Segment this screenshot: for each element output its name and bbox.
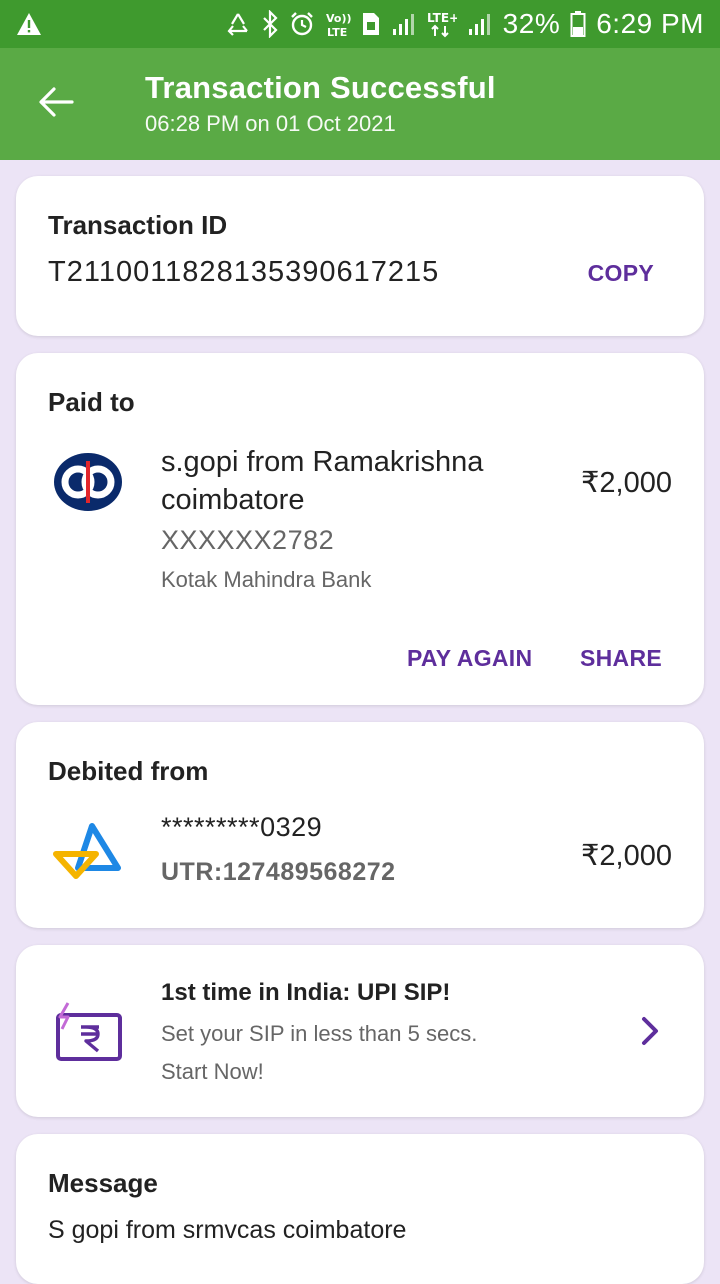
debited-amount: ₹2,000 — [580, 840, 672, 872]
battery-percentage: 32% — [502, 8, 561, 39]
paid-to-card: Paid to s.gopi from Ramakrishna coimbato… — [16, 353, 704, 705]
message-heading: Message — [48, 1168, 158, 1198]
bluetooth-icon — [261, 10, 279, 38]
payee-bank-name: Kotak Mahindra Bank — [161, 567, 372, 592]
promo-description: Set your SIP in less than 5 secs. — [161, 1021, 478, 1046]
status-bar: Vo)) LTE LTE+ 32% 6:29 PM — [0, 0, 720, 48]
debit-account-number: *********0329 — [161, 812, 323, 842]
sbi-bank-logo — [52, 822, 122, 882]
debited-from-card: Debited from *********0329 UTR:127489568… — [16, 722, 704, 928]
transaction-id-value: T2110011828135390617215 — [48, 256, 440, 288]
rupee-sip-icon — [54, 1001, 126, 1063]
page-subtitle: 06:28 PM on 01 Oct 2021 — [145, 111, 396, 136]
message-text: S gopi from srmvcas coimbatore — [48, 1216, 407, 1244]
lte-plus-icon: LTE+ — [427, 10, 457, 38]
utr-number: UTR:127489568272 — [161, 858, 396, 886]
chevron-right-icon[interactable] — [638, 1015, 662, 1047]
payee-account-number: XXXXXX2782 — [161, 525, 335, 555]
promo-call-to-action: Start Now! — [161, 1059, 264, 1084]
app-bar: Transaction Successful 06:28 PM on 01 Oc… — [0, 48, 720, 160]
warning-icon — [16, 12, 42, 36]
paid-amount: ₹2,000 — [580, 467, 672, 499]
page-title: Transaction Successful — [145, 70, 496, 105]
paid-to-heading: Paid to — [48, 387, 135, 417]
svg-text:LTE: LTE — [327, 26, 347, 38]
sim-icon — [361, 11, 381, 37]
upi-sip-promo-card[interactable]: 1st time in India: UPI SIP! Set your SIP… — [16, 945, 704, 1117]
payee-name: s.gopi from Ramakrishna coimbatore — [161, 446, 484, 516]
kotak-bank-logo — [54, 453, 122, 511]
share-button[interactable]: SHARE — [580, 645, 662, 672]
pay-again-button[interactable]: PAY AGAIN — [407, 645, 532, 672]
back-button[interactable] — [24, 76, 88, 132]
signal-icon — [391, 11, 417, 37]
debited-from-heading: Debited from — [48, 756, 209, 786]
signal-icon — [467, 11, 493, 37]
svg-text:LTE+: LTE+ — [427, 11, 457, 25]
svg-text:Vo)): Vo)) — [326, 12, 351, 25]
transaction-id-heading: Transaction ID — [48, 210, 228, 240]
volte-icon: Vo)) LTE — [325, 10, 351, 38]
clock: 6:29 PM — [596, 8, 704, 39]
copy-button[interactable]: COPY — [588, 260, 654, 287]
recycle-icon — [225, 11, 251, 37]
transaction-id-card: Transaction ID T2110011828135390617215 C… — [16, 176, 704, 336]
back-arrow-icon — [38, 86, 74, 123]
battery-icon — [570, 10, 586, 38]
alarm-icon — [289, 11, 315, 37]
message-card: Message S gopi from srmvcas coimbatore — [16, 1134, 704, 1284]
promo-title: 1st time in India: UPI SIP! — [161, 979, 451, 1006]
